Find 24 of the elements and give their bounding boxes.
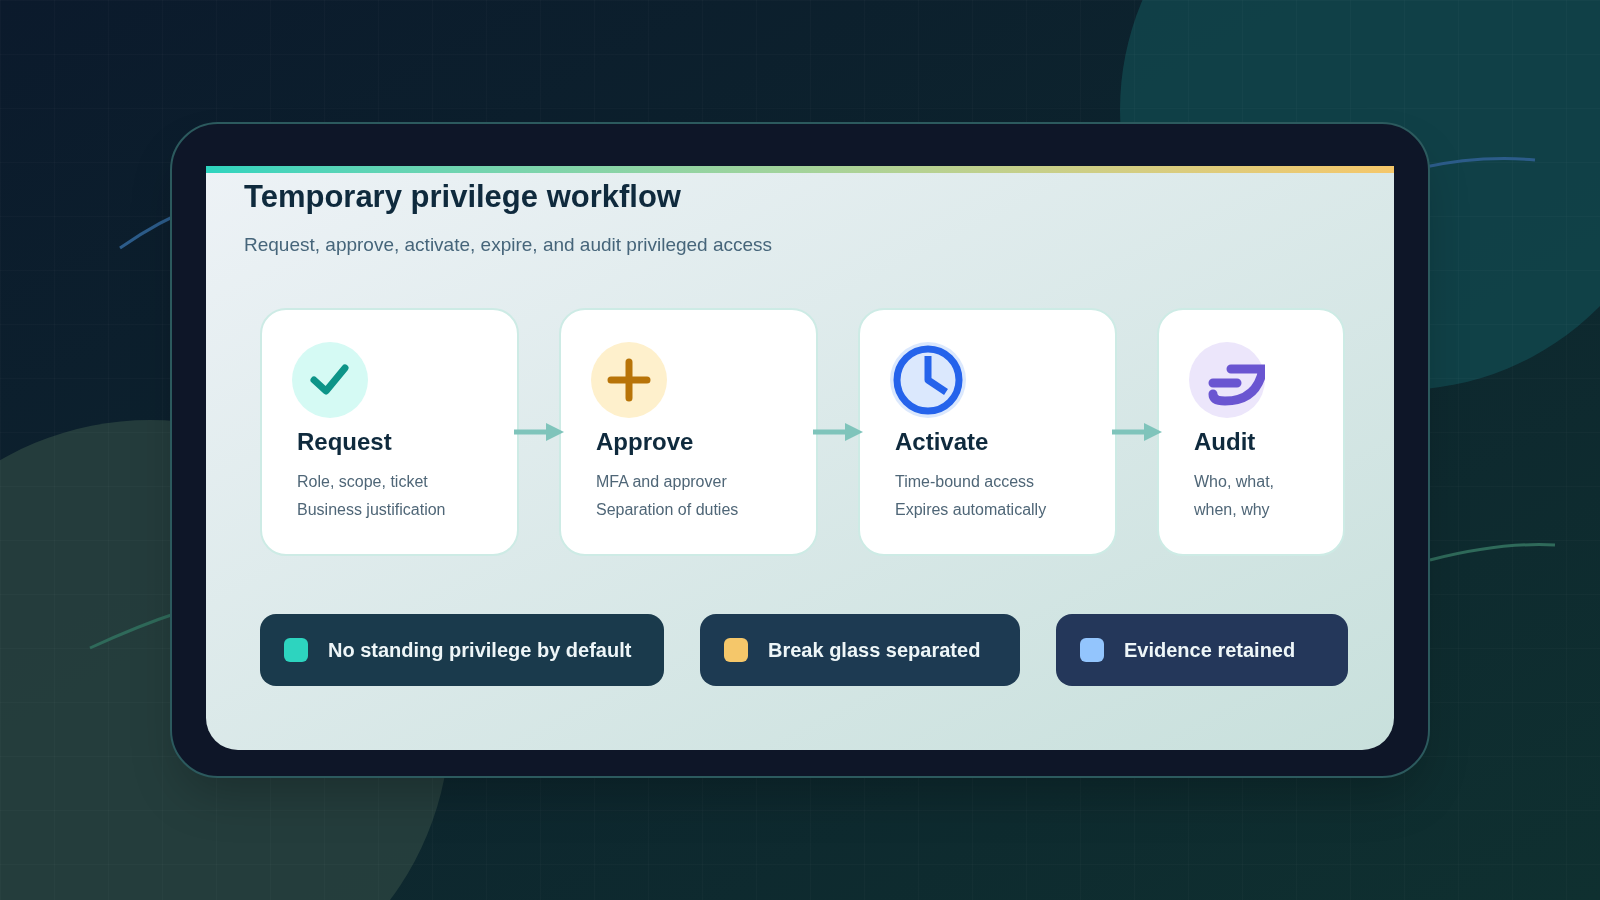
feature-label: No standing privilege by default (328, 637, 632, 663)
step-description: Separation of duties (595, 499, 740, 520)
step-title: Activate (894, 426, 990, 457)
arrow-icon (813, 421, 863, 442)
step-description: MFA and approver (595, 471, 728, 492)
step-description: Time-bound access (894, 471, 1036, 492)
step-title: Request (296, 426, 393, 457)
step-title: Audit (1193, 426, 1257, 457)
slide-subtitle: Request, approve, activate, expire, and audit privileged access (244, 233, 774, 257)
arrow-icon (514, 421, 564, 442)
slide-title: Temporary privilege workflow (244, 178, 682, 216)
step-description: Who, what, (1193, 471, 1276, 492)
step-description: Role, scope, ticket (296, 471, 429, 492)
arrow-icon (1112, 421, 1162, 442)
clock-icon (890, 341, 966, 418)
step-title: Approve (595, 426, 695, 457)
checkmark-icon (292, 341, 368, 418)
step-description: Expires automatically (894, 499, 1048, 520)
hook-icon (1189, 341, 1265, 418)
step-description: when, why (1193, 499, 1271, 520)
feature-label: Break glass separated (768, 637, 981, 663)
step-description: Business justification (296, 499, 447, 520)
plus-icon (591, 341, 667, 418)
feature-label: Evidence retained (1124, 637, 1296, 663)
